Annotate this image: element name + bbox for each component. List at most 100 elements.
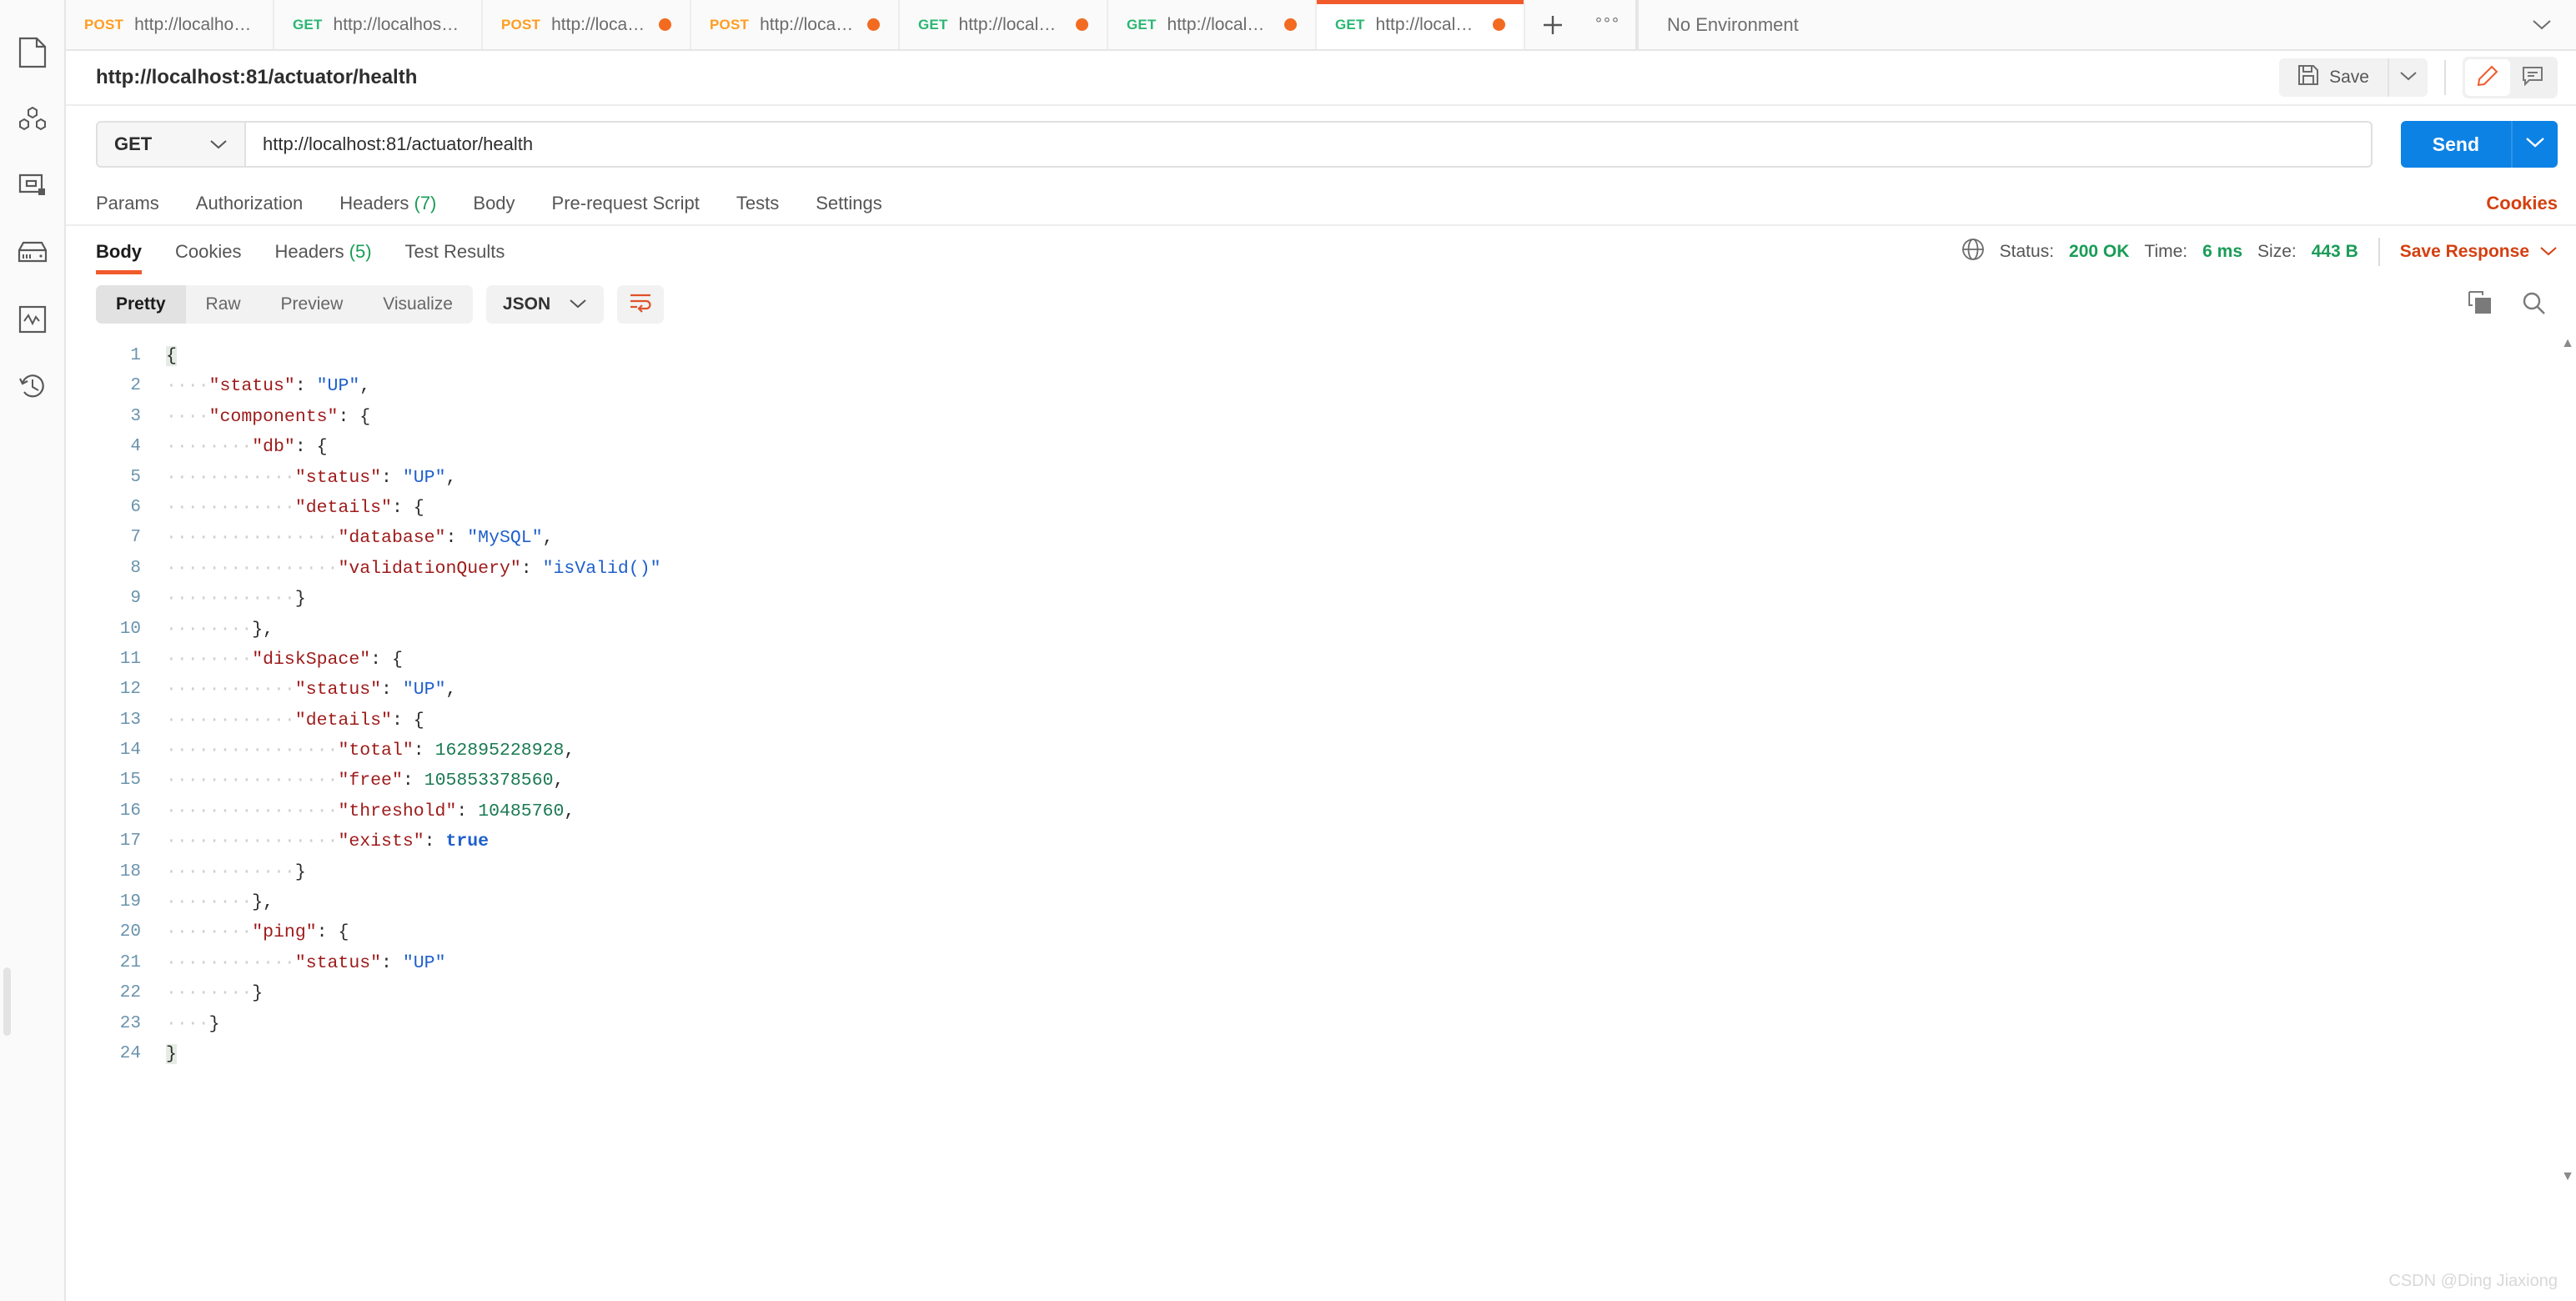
url-input[interactable]: http://localhost:81/actuator/health — [246, 121, 2373, 168]
environment-selector[interactable]: No Environment — [1637, 0, 2576, 49]
json-token-pun: : — [445, 528, 468, 549]
tab-headers[interactable]: Headers (7) — [339, 193, 436, 224]
tab-settings[interactable]: Settings — [816, 193, 882, 224]
indent-guide: ···· — [294, 528, 339, 549]
body-view-preview[interactable]: Preview — [261, 285, 364, 324]
copy-icon[interactable] — [2468, 290, 2493, 319]
code-line-text: ········} — [159, 978, 263, 1008]
code-line-text: ········"ping": { — [159, 917, 349, 947]
code-line: 16 ················"threshold": 10485760, — [66, 796, 2576, 826]
code-line: 17 ················"exists": true — [66, 826, 2576, 856]
json-token-str: "isValid()" — [542, 558, 661, 579]
json-token-key: "status" — [208, 376, 295, 397]
json-token-key: "database" — [338, 528, 446, 549]
json-token-key: "free" — [338, 771, 403, 791]
indent-guide: ···· — [208, 922, 253, 943]
history-icon — [18, 372, 47, 400]
send-options-button[interactable] — [2511, 121, 2558, 168]
response-body-viewer[interactable]: 1{2 ····"status": "UP", 3 ····"components":… — [66, 331, 2576, 1301]
edit-mode-button[interactable] — [2465, 59, 2510, 96]
json-token-pun: } — [166, 1043, 177, 1064]
request-header-bar: http://localhost:81/actuator/health Save — [66, 51, 2576, 106]
tab-url-label: http://localhost/m... — [958, 14, 1065, 34]
indent-guide: ···· — [208, 801, 253, 821]
tab-params[interactable]: Params — [96, 193, 159, 224]
code-line: 23 ····} — [66, 1009, 2576, 1039]
unsaved-dot-icon — [1493, 18, 1505, 31]
json-token-pun: , — [445, 680, 457, 701]
indent-guide: ···· — [166, 952, 209, 973]
code-line-text: } — [159, 1039, 177, 1069]
save-options-button[interactable] — [2388, 58, 2428, 97]
sidebar-item-history[interactable] — [12, 365, 53, 407]
indent-guide: ···· — [166, 892, 209, 913]
search-icon[interactable] — [2521, 290, 2546, 319]
request-tab[interactable]: POST http://localhost/... — [66, 0, 274, 49]
body-view-raw[interactable]: Raw — [186, 285, 261, 324]
request-tab[interactable]: POST http://localhost/o... — [691, 0, 900, 49]
line-number: 24 — [119, 1043, 141, 1063]
save-response-button[interactable]: Save Response — [2400, 242, 2558, 262]
indent-guide: ···· — [166, 861, 209, 882]
sidebar-scroll-handle[interactable] — [3, 967, 11, 1036]
line-number: 16 — [119, 801, 141, 821]
request-tab[interactable]: GET http://localhost/s... — [274, 0, 483, 49]
comments-button[interactable] — [2510, 59, 2555, 96]
body-view-visualize[interactable]: Visualize — [363, 285, 473, 324]
body-view-pretty[interactable]: Pretty — [96, 285, 186, 324]
code-scrollbar[interactable]: ▲ ▼ — [2561, 331, 2576, 1301]
response-tab-body[interactable]: Body — [96, 226, 142, 278]
http-method-selector[interactable]: GET — [96, 121, 246, 168]
json-token-key: "status" — [294, 680, 382, 701]
new-tab-button[interactable] — [1525, 0, 1580, 49]
indent-guide: ···· — [208, 467, 253, 488]
wrap-lines-button[interactable] — [617, 285, 665, 324]
indent-guide: ···· — [166, 922, 209, 943]
sidebar-item-collections[interactable] — [12, 32, 53, 73]
json-token-pun: : { — [391, 497, 424, 518]
tab-method-badge: POST — [84, 16, 124, 33]
sidebar-item-apis[interactable] — [12, 98, 53, 140]
tab-pre-request-script[interactable]: Pre-request Script — [552, 193, 700, 224]
request-tab[interactable]: GET http://localhost/m... — [900, 0, 1108, 49]
json-token-pun: } — [294, 589, 306, 610]
request-tab[interactable]: GET http://localhost:81... — [1108, 0, 1317, 49]
response-tab-cookies[interactable]: Cookies — [175, 226, 241, 278]
scroll-up-arrow-icon[interactable]: ▲ — [2561, 336, 2574, 351]
indent-guide: ···· — [166, 771, 209, 791]
tab-options-button[interactable]: °°° — [1580, 0, 1635, 49]
postman-window: POST http://localhost/... GET http://loc… — [0, 0, 2576, 1301]
save-button[interactable]: Save — [2279, 58, 2388, 97]
tab-tests[interactable]: Tests — [736, 193, 779, 224]
code-line: 13 ············"details": { — [66, 706, 2576, 736]
tab-url-label: http://localhost:81... — [1375, 14, 1482, 34]
line-number: 6 — [130, 497, 141, 517]
cookies-link[interactable]: Cookies — [2486, 193, 2558, 224]
json-token-pun: , — [564, 801, 575, 821]
body-format-selector[interactable]: JSON — [485, 285, 605, 324]
json-token-pun: { — [166, 346, 177, 366]
code-line-text: { — [159, 341, 177, 371]
response-tab-headers[interactable]: Headers (5) — [274, 226, 371, 278]
scroll-down-arrow-icon[interactable]: ▼ — [2561, 1169, 2574, 1184]
tab-method-badge: POST — [501, 16, 541, 33]
request-tab[interactable]: POST http://localhost/s... — [483, 0, 691, 49]
indent-guide: ···· — [166, 437, 209, 458]
tab-label: Params — [96, 193, 159, 213]
request-tab-active[interactable]: GET http://localhost:81... — [1317, 0, 1525, 49]
sidebar-item-mock-servers[interactable] — [12, 232, 53, 274]
indent-guide: ···· — [252, 861, 295, 882]
tab-label: Test Results — [404, 241, 505, 262]
sidebar-item-monitors[interactable] — [12, 299, 53, 340]
line-number: 13 — [119, 710, 141, 730]
send-button[interactable]: Send — [2400, 121, 2511, 168]
code-line: 7 ················"database": "MySQL", — [66, 523, 2576, 553]
save-button-label: Save — [2329, 68, 2369, 87]
environments-icon — [18, 173, 47, 198]
response-tab-test-results[interactable]: Test Results — [405, 226, 505, 278]
json-token-str: "UP" — [316, 376, 360, 397]
sidebar-item-environments[interactable] — [12, 165, 53, 207]
tab-body[interactable]: Body — [473, 193, 515, 224]
tab-authorization[interactable]: Authorization — [196, 193, 303, 224]
indent-guide: ···· — [252, 771, 295, 791]
